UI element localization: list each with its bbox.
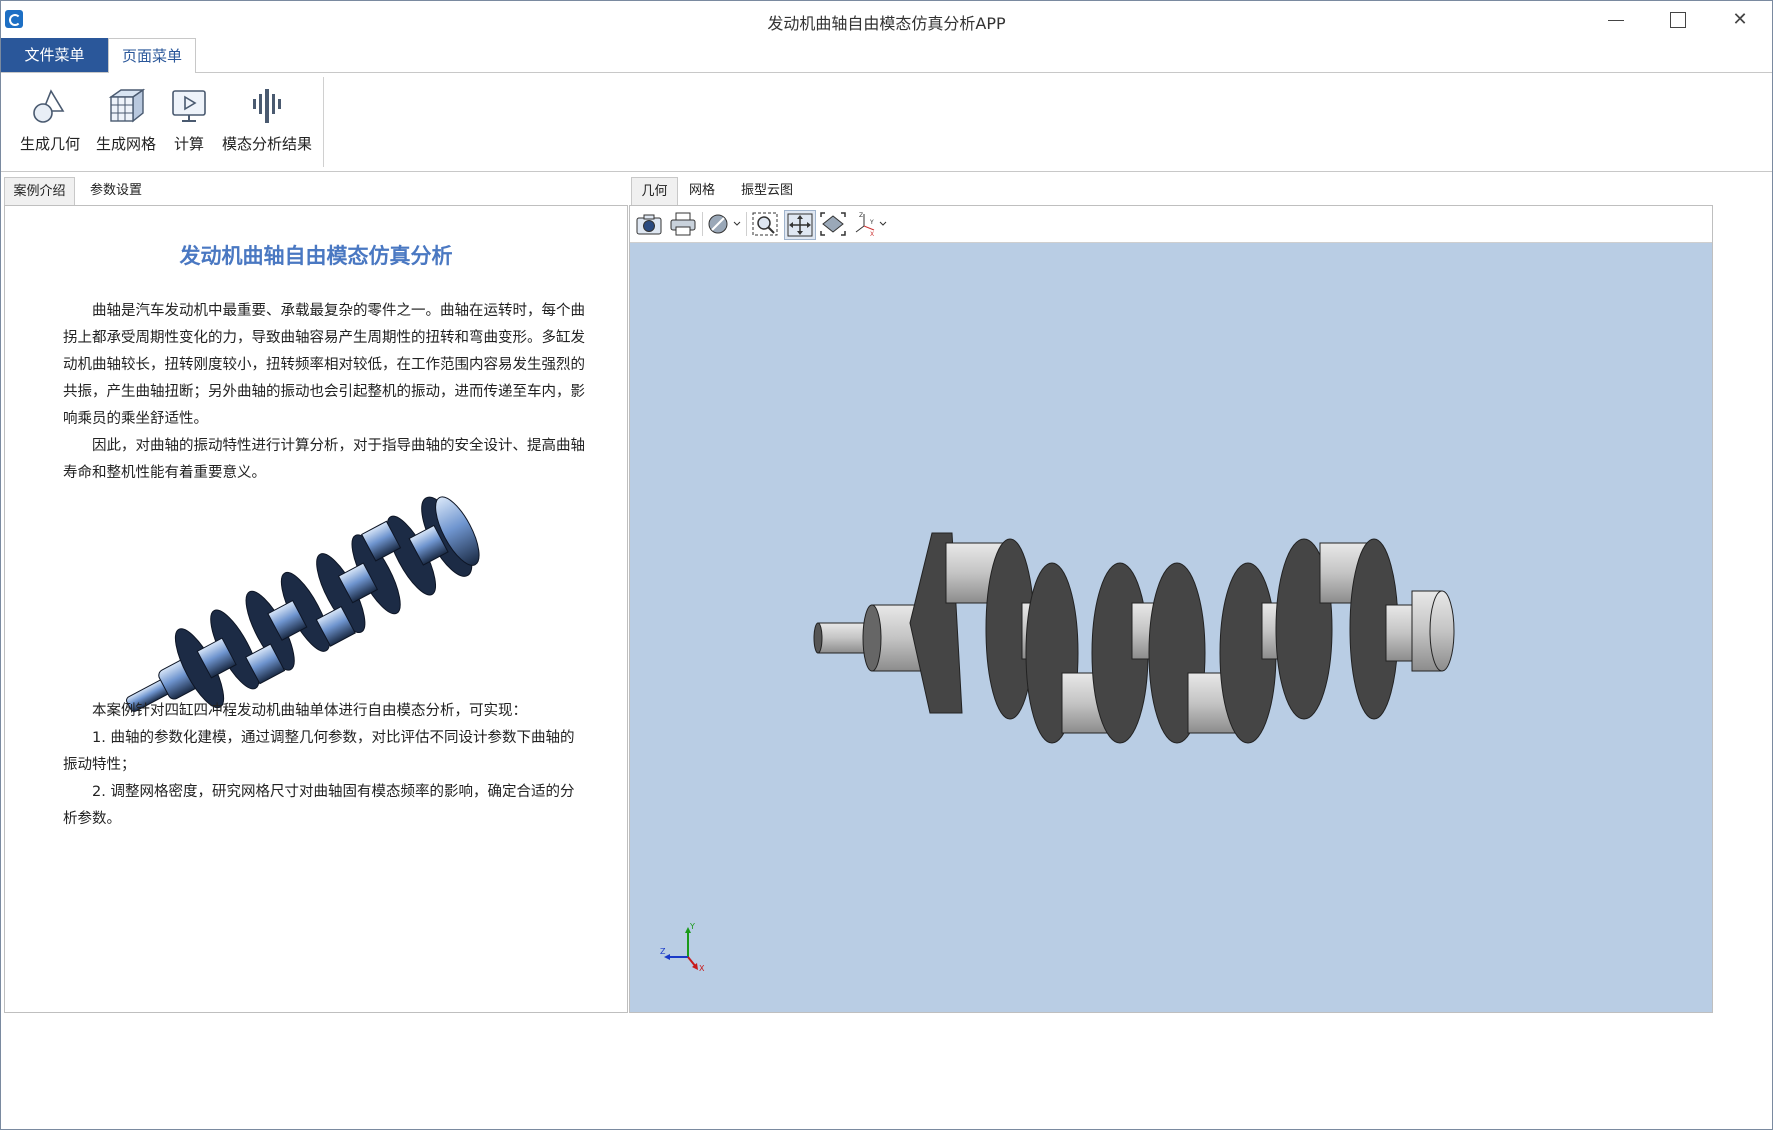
feature-paragraphs: 本案例针对四缸四冲程发动机曲轴单体进行自由模态分析，可实现： 1. 曲轴的参数化… — [63, 698, 586, 833]
fit-view-icon — [820, 212, 846, 236]
pan-button[interactable] — [784, 210, 816, 240]
generate-mesh-label: 生成网格 — [95, 135, 156, 153]
window-title: 发动机曲轴自由模态仿真分析APP — [767, 14, 1006, 33]
intro-paragraphs: 曲轴是汽车发动机中最重要、承载最复杂的零件之一。曲轴在运转时，每个曲拐上都承受周… — [63, 298, 586, 487]
modal-results-button[interactable]: 模态分析结果 — [219, 79, 315, 159]
crankshaft-3d-model — [813, 532, 1455, 744]
intro-paragraph-2: 因此，对曲轴的振动特性进行计算分析，对于指导曲轴的安全设计、提高曲轴寿命和整机性… — [63, 438, 585, 481]
tab-geometry[interactable]: 几何 — [631, 177, 678, 205]
print-icon — [670, 212, 696, 236]
case-intro-panel: 发动机曲轴自由模态仿真分析 曲轴是汽车发动机中最重要、承载最复杂的零件之一。曲轴… — [4, 205, 628, 1013]
display-mode-dropdown[interactable] — [706, 210, 744, 238]
ribbon-toolbar: 生成几何 生成网格 计算 模态分析结果 — [1, 73, 1772, 172]
tab-mesh[interactable]: 网格 — [681, 177, 723, 204]
menu-tab-bar: 文件菜单 页面菜单 — [1, 38, 1772, 73]
zoom-box-icon — [752, 212, 778, 236]
feature-item-2: 2. 调整网格密度，研究网格尺寸对曲轴固有模态频率的影响，确定合适的分析参数。 — [63, 784, 575, 827]
svg-text:Y: Y — [869, 219, 874, 226]
svg-text:Z: Z — [859, 212, 863, 219]
generate-geometry-label: 生成几何 — [19, 135, 80, 153]
geometry-icon — [29, 85, 71, 127]
tab-case-intro[interactable]: 案例介绍 — [4, 177, 75, 205]
app-window: 发动机曲轴自由模态仿真分析APP ✕ 文件菜单 页面菜单 生成几何 生成网格 计… — [0, 0, 1773, 1130]
3d-viewer: Z Y X Y Z X — [629, 205, 1713, 1013]
zoom-box-button[interactable] — [750, 210, 780, 238]
page-menu-tab[interactable]: 页面菜单 — [108, 38, 196, 73]
screenshot-button[interactable] — [634, 210, 664, 238]
axis-triad: Y Z X — [660, 922, 705, 973]
fit-view-button[interactable] — [818, 210, 848, 238]
compute-label: 计算 — [173, 135, 204, 153]
svg-text:X: X — [870, 231, 874, 238]
pan-icon — [787, 213, 813, 237]
close-icon: ✕ — [1732, 9, 1748, 30]
generate-mesh-button[interactable]: 生成网格 — [91, 79, 161, 159]
maximize-icon — [1670, 12, 1686, 28]
toolbar-separator — [702, 212, 703, 236]
3d-canvas[interactable]: Y Z X — [630, 243, 1712, 1012]
feature-item-1: 1. 曲轴的参数化建模，通过调整几何参数，对比评估不同设计参数下曲轴的振动特性； — [63, 730, 575, 773]
close-button[interactable]: ✕ — [1709, 1, 1771, 38]
file-menu-tab[interactable]: 文件菜单 — [1, 38, 108, 72]
intro-paragraph-1: 曲轴是汽车发动机中最重要、承载最复杂的零件之一。曲轴在运转时，每个曲拐上都承受周… — [63, 303, 585, 427]
tab-parameter-settings[interactable]: 参数设置 — [74, 177, 158, 204]
minimize-button[interactable] — [1585, 1, 1647, 38]
maximize-button[interactable] — [1647, 1, 1709, 38]
compute-monitor-icon — [168, 85, 210, 127]
compute-button[interactable]: 计算 — [165, 79, 213, 159]
feature-intro: 本案例针对四缸四冲程发动机曲轴单体进行自由模态分析，可实现： — [92, 703, 527, 719]
viewer-toolbar: Z Y X — [630, 206, 1712, 243]
generate-geometry-button[interactable]: 生成几何 — [15, 79, 85, 159]
camera-icon — [636, 214, 662, 235]
mesh-cube-icon — [105, 85, 147, 127]
print-button[interactable] — [668, 210, 698, 238]
doc-title: 发动机曲轴自由模态仿真分析 — [179, 244, 453, 268]
crankshaft-illustration — [126, 496, 480, 712]
toolbar-separator — [746, 212, 747, 236]
modal-results-label: 模态分析结果 — [221, 135, 312, 153]
axis-view-icon: Z Y X — [855, 212, 887, 238]
tab-mode-shape[interactable]: 振型云图 — [733, 177, 801, 204]
display-mode-icon — [708, 214, 741, 234]
modal-result-icon — [246, 85, 288, 127]
ribbon-divider — [323, 77, 324, 167]
title-bar: 发动机曲轴自由模态仿真分析APP ✕ — [1, 1, 1772, 38]
axis-view-dropdown[interactable]: Z Y X — [852, 210, 890, 238]
minimize-icon — [1608, 19, 1624, 21]
y-axis-label: Y — [689, 922, 695, 931]
z-axis-label: Z — [660, 947, 666, 956]
x-axis-label: X — [699, 964, 705, 973]
